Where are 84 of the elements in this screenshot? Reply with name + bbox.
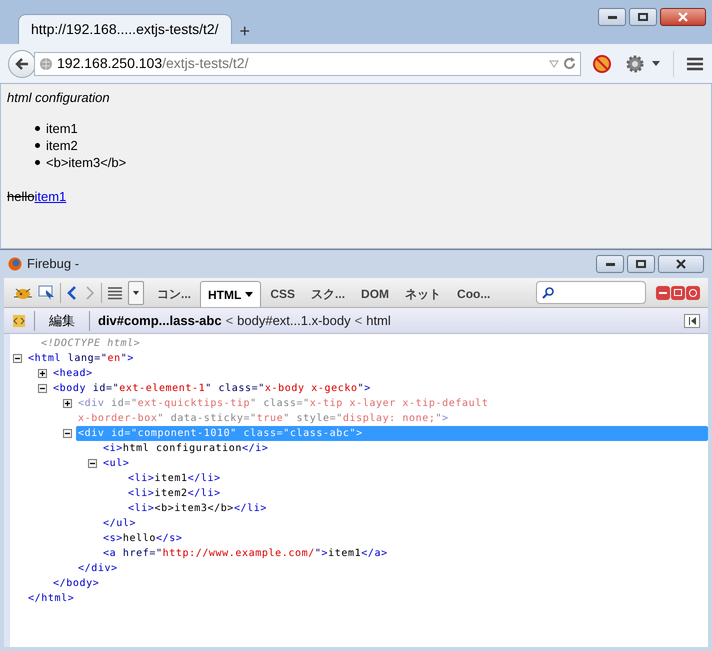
- markup-line[interactable]: <li>item2</li>: [126, 486, 223, 501]
- search-field[interactable]: [536, 281, 646, 304]
- html-tags-icon[interactable]: [12, 314, 26, 328]
- caret-icon[interactable]: [651, 60, 661, 66]
- markup-line: </div>: [77, 562, 118, 576]
- breadcrumb-separator: <: [226, 312, 234, 330]
- bullet-icon: [35, 142, 40, 148]
- panel-tab[interactable]: Coo...: [450, 281, 498, 307]
- markup-line[interactable]: <ul>: [101, 456, 132, 471]
- markup-line[interactable]: <s>hello</s>: [101, 531, 184, 546]
- power-button[interactable]: [686, 286, 700, 300]
- maximize-button[interactable]: [627, 255, 655, 273]
- close-icon: [676, 259, 686, 269]
- plus-icon: [39, 370, 46, 377]
- panel-tab[interactable]: CSS: [263, 281, 302, 307]
- markup-line[interactable]: <li><b>item3</b></li>: [126, 501, 270, 516]
- globe-icon: [39, 56, 53, 70]
- bullet-icon: [35, 160, 40, 164]
- panel-tab[interactable]: DOM: [354, 281, 396, 307]
- markup-line[interactable]: <div id="ext-quicktips-tip" class="x-tip x-layer x-tip-default x-border-box" data-sticky="true" style="display: none;">: [76, 396, 491, 426]
- back-arrow-icon: [15, 58, 29, 70]
- markup-line[interactable]: <li>item1</li>: [126, 471, 223, 486]
- window-title: Firebug -: [27, 255, 80, 274]
- maximize-button[interactable]: [629, 8, 657, 26]
- collapse-toggle[interactable]: [13, 354, 22, 363]
- blocked-icon[interactable]: [593, 54, 611, 72]
- markup-line[interactable]: <i>html configuration</i>: [101, 441, 271, 456]
- collapse-toggle[interactable]: [63, 429, 72, 438]
- close-icon: [678, 12, 688, 22]
- back-chevron-icon[interactable]: [65, 284, 79, 300]
- url-text: 192.168.250.103/extjs-tests/t2/: [57, 54, 248, 73]
- panel-tab[interactable]: ネット: [398, 281, 448, 307]
- new-tab-button[interactable]: +: [232, 18, 258, 44]
- minus-icon: [14, 355, 21, 362]
- markup-line[interactable]: <body id="ext-element-1" class="x-body x-gecko">: [51, 381, 373, 396]
- edit-button[interactable]: 編集: [43, 310, 81, 330]
- panel-tab[interactable]: コン...: [150, 281, 198, 307]
- firefox-icon: [8, 257, 22, 271]
- caret-icon: [133, 290, 139, 294]
- address-bar[interactable]: 192.168.250.103/extjs-tests/t2/: [34, 52, 581, 76]
- plus-icon: [64, 400, 71, 407]
- close-button[interactable]: [660, 8, 706, 26]
- back-button[interactable]: [8, 50, 36, 78]
- list-item: item2: [46, 136, 78, 154]
- markup-line: </ul>: [102, 517, 136, 531]
- list-item: <b>item3</b>: [46, 154, 126, 170]
- expand-toggle[interactable]: [38, 369, 47, 378]
- markup-line[interactable]: <a href="http://www.example.com/">item1</a>: [101, 546, 390, 561]
- minus-icon: [39, 385, 46, 392]
- collapse-toggle[interactable]: [88, 459, 97, 468]
- struck-text: hello: [7, 188, 34, 206]
- breadcrumb[interactable]: html: [366, 310, 391, 330]
- breadcrumb[interactable]: body#ext...1.x-body: [237, 310, 351, 330]
- markup-line[interactable]: <!DOCTYPE html>: [39, 336, 142, 351]
- panel-tab[interactable]: スク...: [304, 281, 352, 307]
- markup-line[interactable]: <head>: [51, 366, 95, 381]
- side-panel-toggle[interactable]: [684, 314, 700, 328]
- inspect-cursor-icon[interactable]: [38, 284, 56, 300]
- collapse-panel-icon: [689, 316, 697, 324]
- breadcrumb-separator: <: [354, 312, 362, 330]
- bullet-icon: [35, 126, 40, 130]
- list-icon[interactable]: [106, 286, 124, 300]
- markup-line: </body>: [52, 577, 100, 591]
- minus-icon: [64, 430, 71, 437]
- browser-tab[interactable]: http://192.168.....extjs-tests/t2/: [18, 14, 232, 44]
- breadcrumb[interactable]: div#comp...lass-abc: [98, 310, 222, 330]
- minimize-button[interactable]: [596, 255, 624, 273]
- menu-icon[interactable]: [686, 56, 704, 70]
- markup-line: </html>: [27, 592, 74, 606]
- page-heading: html configuration: [7, 89, 111, 107]
- gear-icon[interactable]: [625, 54, 645, 74]
- reload-icon[interactable]: [563, 57, 576, 70]
- expand-toggle[interactable]: [63, 399, 72, 408]
- minus-icon: [89, 460, 96, 467]
- markup-line[interactable]: <html lang="en">: [26, 351, 136, 366]
- page-link[interactable]: item1: [34, 186, 66, 206]
- panel-tab[interactable]: HTML: [200, 281, 262, 307]
- list-item: item1: [46, 120, 78, 136]
- minimize-button[interactable]: [598, 8, 626, 26]
- panel-menu-button[interactable]: [128, 280, 144, 304]
- search-icon: [542, 286, 554, 298]
- detach-button[interactable]: [671, 286, 685, 300]
- collapse-toggle[interactable]: [38, 384, 47, 393]
- close-button[interactable]: [658, 255, 704, 273]
